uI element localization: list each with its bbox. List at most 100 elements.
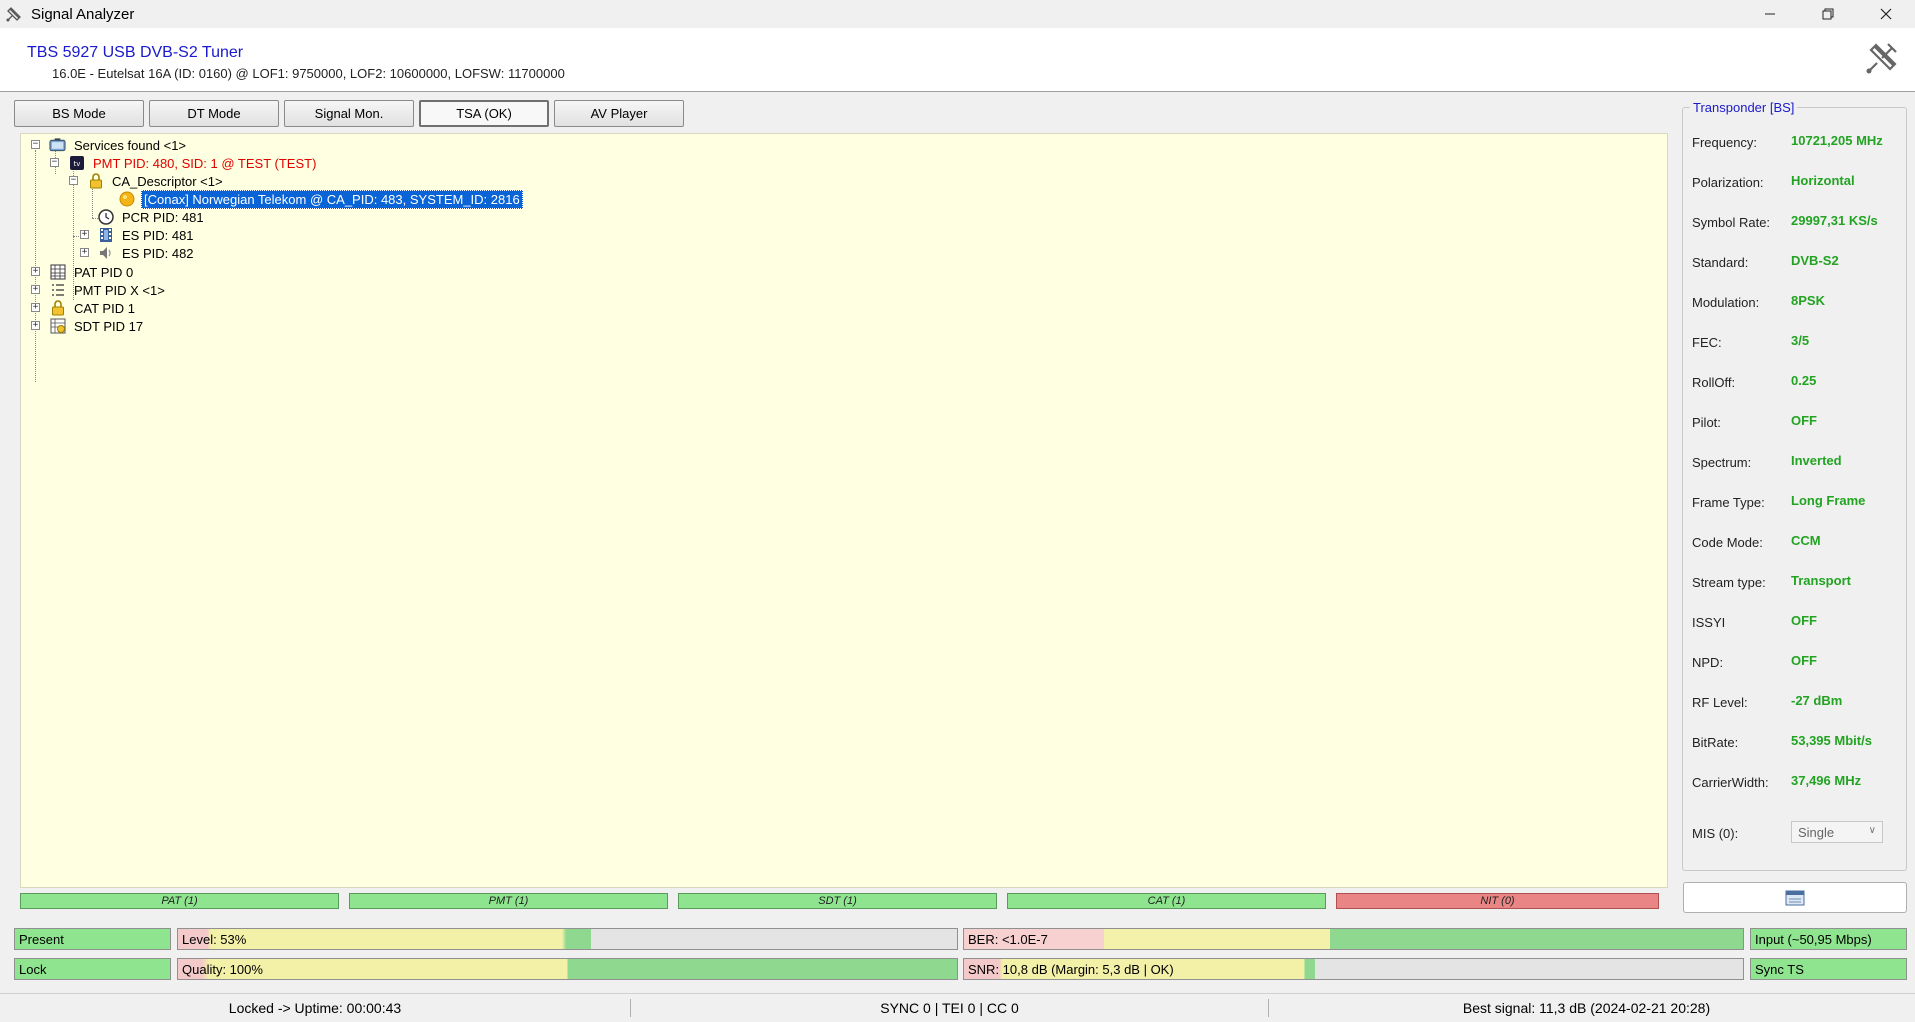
tree-node-ca-descriptor[interactable]: − CA_Descriptor <1> [67, 171, 225, 191]
tree-node-services[interactable]: − Services found <1> [29, 135, 188, 155]
close-icon [1880, 8, 1892, 20]
input-indicator: Input (~50,95 Mbps) [1750, 928, 1907, 950]
title-bar: Signal Analyzer [0, 0, 1915, 28]
restore-icon [1822, 8, 1834, 20]
expand-icon[interactable]: + [80, 248, 89, 257]
tp-frame-type: Frame Type: Long Frame [1692, 493, 1866, 510]
tree-node-cat[interactable]: + CAT PID 1 [29, 298, 137, 318]
tp-fec: FEC: 3/5 [1692, 333, 1810, 350]
mis-select[interactable]: Single ∨ [1791, 821, 1883, 843]
services-label: Services found <1> [74, 137, 187, 153]
tree-node-conax[interactable]: [Conax] Norwegian Telekom @ CA_PID: 483,… [118, 189, 523, 209]
tuner-name: TBS 5927 USB DVB-S2 Tuner [27, 44, 244, 61]
expand-icon[interactable]: + [31, 285, 40, 294]
expand-icon[interactable]: + [80, 230, 89, 239]
tp-code-mode: Code Mode: CCM [1692, 533, 1821, 550]
restore-button[interactable] [1799, 0, 1857, 28]
expand-icon[interactable]: + [31, 267, 40, 276]
sdt-status-bar: SDT (1) [678, 893, 997, 909]
collapse-icon[interactable]: − [31, 140, 40, 149]
tv-icon: tv [68, 155, 85, 172]
tree-node-pat[interactable]: + PAT PID 0 [29, 262, 135, 282]
collapse-icon[interactable]: − [50, 158, 59, 167]
list-icon [49, 282, 66, 299]
tuner-header: TBS 5927 USB DVB-S2 Tuner 16.0E - Eutels… [0, 28, 1915, 92]
satellite-app-icon [6, 7, 21, 22]
tp-symbol-rate: Symbol Rate: 29997,31 KS/s [1692, 213, 1878, 230]
pmt-status-bar: PMT (1) [349, 893, 668, 909]
cat-status-bar: CAT (1) [1007, 893, 1326, 909]
smartcard-icon [118, 191, 135, 208]
expand-icon[interactable]: + [31, 321, 40, 330]
es-481-label: ES PID: 481 [122, 227, 194, 243]
tp-modulation: Modulation: 8PSK [1692, 293, 1825, 310]
ber-meter: BER: <1.0E-7 [963, 928, 1744, 950]
cat-label: CAT PID 1 [74, 300, 135, 316]
svg-text:tv: tv [73, 160, 80, 168]
lock-icon [87, 173, 104, 190]
level-meter: Level: 53% [177, 928, 958, 950]
tp-issyi: ISSYI OFF [1692, 613, 1817, 630]
pat-status-bar: PAT (1) [20, 893, 339, 909]
satellite-logo-icon [1866, 43, 1897, 74]
expand-icon[interactable]: + [31, 303, 40, 312]
best-signal-status: Best signal: 11,3 dB (2024-02-21 20:28) [1462, 1000, 1711, 1016]
video-stream-icon [97, 227, 114, 244]
present-indicator: Present [14, 928, 171, 950]
sync-counters-status: SYNC 0 | TEI 0 | CC 0 [880, 1000, 1019, 1016]
tp-rf-level: RF Level: -27 dBm [1692, 693, 1843, 710]
chevron-down-icon: ∨ [1868, 825, 1876, 836]
clock-icon [97, 209, 114, 226]
tp-standard: Standard: DVB-S2 [1692, 253, 1839, 270]
ts-analyzer-tree[interactable]: − Services found <1> − tv PMT PID: 480, … [20, 133, 1668, 888]
window-icon [1785, 890, 1805, 905]
minimize-button[interactable] [1741, 0, 1799, 28]
tree-node-pmt-x[interactable]: + PMT PID X <1> [29, 280, 167, 300]
tp-bitrate: BitRate: 53,395 Mbit/s [1692, 733, 1872, 750]
tp-spectrum: Spectrum: Inverted [1692, 453, 1842, 470]
transponder-title: Transponder [BS] [1690, 100, 1798, 115]
tp-pilot: Pilot: OFF [1692, 413, 1817, 430]
bs-mode-button[interactable]: BS Mode [14, 100, 144, 127]
es-482-label: ES PID: 482 [122, 245, 194, 261]
ca-descriptor-label: CA_Descriptor <1> [112, 173, 223, 189]
dt-mode-button[interactable]: DT Mode [149, 100, 279, 127]
tsa-button[interactable]: TSA (OK) [419, 100, 549, 127]
satellite-info: 16.0E - Eutelsat 16A (ID: 0160) @ LOF1: … [52, 66, 565, 81]
table-grid-icon [49, 264, 66, 281]
mis-selected-value: Single [1798, 824, 1835, 840]
signal-monitor-button[interactable]: Signal Mon. [284, 100, 414, 127]
tp-carrier-width: CarrierWidth: 37,496 MHz [1692, 773, 1862, 790]
window-toggle-button[interactable] [1683, 882, 1907, 913]
av-player-button[interactable]: AV Player [554, 100, 684, 127]
tp-frequency: Frequency: 10721,205 MHz [1692, 133, 1883, 150]
lock-indicator: Lock [14, 958, 171, 980]
pcr-label: PCR PID: 481 [122, 209, 204, 225]
services-icon [49, 137, 66, 154]
tree-node-es-481[interactable]: + ES PID: 481 [78, 225, 196, 245]
snr-meter: SNR: 10,8 dB (Margin: 5,3 dB | OK) [963, 958, 1744, 980]
window-title: Signal Analyzer [31, 5, 135, 23]
quality-meter: Quality: 100% [177, 958, 958, 980]
pmt-x-label: PMT PID X <1> [74, 282, 165, 298]
minimize-icon [1765, 13, 1775, 15]
lock-icon [49, 300, 66, 317]
tp-npd: NPD: OFF [1692, 653, 1817, 670]
audio-stream-icon [97, 245, 114, 262]
collapse-icon[interactable]: − [69, 176, 78, 185]
tp-stream-type: Stream type: Transport [1692, 573, 1851, 590]
sdt-table-icon [49, 318, 66, 335]
tp-rolloff: RollOff: 0.25 [1692, 373, 1817, 390]
status-bar: Locked -> Uptime: 00:00:43 SYNC 0 | TEI … [0, 993, 1915, 1022]
tree-node-sdt[interactable]: + SDT PID 17 [29, 316, 145, 336]
tree-node-pmt-service[interactable]: − tv PMT PID: 480, SID: 1 @ TEST (TEST) [48, 153, 318, 173]
tree-node-es-482[interactable]: + ES PID: 482 [78, 243, 196, 263]
tree-node-pcr[interactable]: PCR PID: 481 [97, 207, 206, 227]
close-button[interactable] [1857, 0, 1915, 28]
uptime-status: Locked -> Uptime: 00:00:43 [228, 1000, 402, 1016]
nit-status-bar: NIT (0) [1336, 893, 1659, 909]
sdt-label: SDT PID 17 [74, 318, 144, 334]
pat-label: PAT PID 0 [74, 264, 134, 280]
tp-polarization: Polarization: Horizontal [1692, 173, 1855, 190]
sync-ts-indicator: Sync TS [1750, 958, 1907, 980]
